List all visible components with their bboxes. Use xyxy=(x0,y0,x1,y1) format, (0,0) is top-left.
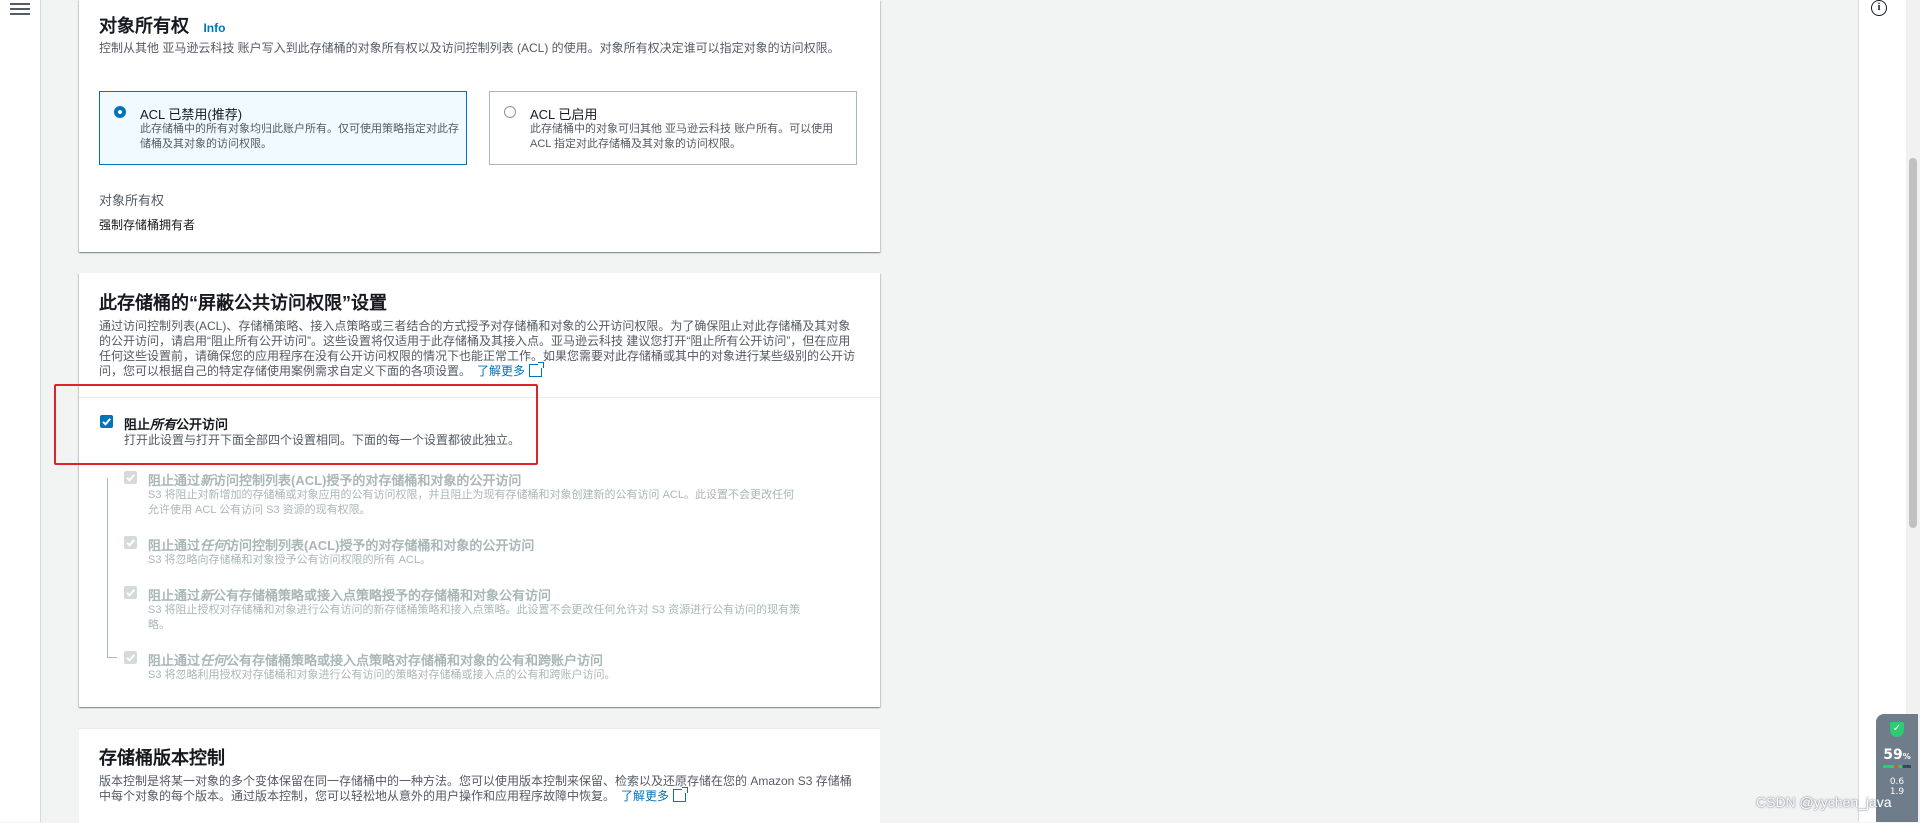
block-any-acl-title: 阻止通过任何访问控制列表(ACL)授予的对存储桶和对象的公开访问 xyxy=(148,535,534,554)
usage-bar xyxy=(1883,765,1911,768)
option-title-prefix: 阻止通过 xyxy=(148,538,201,553)
info-link[interactable]: Info xyxy=(203,21,225,35)
option-title-prefix: 阻止通过 xyxy=(148,653,201,668)
versioning-title: 存储桶版本控制 xyxy=(99,748,225,768)
acl-disabled-description: 此存储桶中的所有对象均归此账户所有。仅可使用策略指定对此存储桶及其对象的访问权限… xyxy=(140,123,459,150)
check-icon xyxy=(126,539,135,547)
block-any-policy-description: S3 将忽略利用授权对存储桶和对象进行公有访问的策略对存储桶或接入点的公有和跨账… xyxy=(148,668,616,683)
description-line: 问，您可以根据自己的特定存储使用案例需求自定义下面的各项设置。 了解更多 xyxy=(99,362,855,379)
external-link-icon xyxy=(673,787,689,802)
option-description-line: S3 将阻止对新增加的存储桶或对象应用的公有访问权限，并且阻止为现有存储桶和对象… xyxy=(148,489,794,501)
block-any-policy-checkbox[interactable] xyxy=(124,651,137,664)
block-new-policy-checkbox[interactable] xyxy=(124,586,137,599)
tree-connector-end xyxy=(107,657,117,658)
versioning-panel: 存储桶版本控制 版本控制是将某一对象的多个变体保留在同一存储桶中的一种方法。您可… xyxy=(79,728,880,823)
net-up: 0.6 xyxy=(1889,777,1905,787)
acl-enabled-radio[interactable] xyxy=(504,106,516,118)
learn-more-label: 了解更多 xyxy=(477,364,526,378)
ownership-value: 强制存储桶拥有者 xyxy=(99,218,196,232)
description-line-text: 问，您可以根据自己的特定存储使用案例需求自定义下面的各项设置。 xyxy=(99,364,472,378)
option-title-emph: 新 xyxy=(200,473,214,488)
description-line: 通过访问控制列表(ACL)、存储桶策略、接入点策略或三者结合的方式授予对存储桶和… xyxy=(99,319,851,333)
watermark: CSDN @yychen_java xyxy=(1756,794,1892,810)
object-ownership-title: 对象所有权 xyxy=(99,16,189,36)
block-new-acl-checkbox[interactable] xyxy=(124,471,137,484)
block-any-policy-title: 阻止通过任何公有存储桶策略或接入点策略对存储桶和对象的公有和跨账户访问 xyxy=(148,650,603,669)
option-description-line: S3 将忽略向存储桶和对象授予公有访问权限的所有 ACL。 xyxy=(148,554,431,566)
option-title-suffix: 公有存储桶策略或接入点策略对存储桶和对象的公有和跨账户访问 xyxy=(226,653,604,668)
cpu-percent: 59% xyxy=(1876,747,1918,763)
scrollbar-thumb[interactable] xyxy=(1909,158,1917,528)
acl-disabled-label: ACL 已禁用(推荐) xyxy=(140,107,243,122)
block-new-acl-title: 阻止通过新访问控制列表(ACL)授予的对存储桶和对象的公开访问 xyxy=(148,470,521,489)
external-link-icon xyxy=(529,362,545,377)
learn-more-link[interactable]: 了解更多 xyxy=(477,362,545,378)
block-public-access-title: 此存储桶的“屏蔽公共访问权限”设置 xyxy=(99,293,387,313)
option-description-line: 略。 xyxy=(148,619,170,631)
option-title-suffix: 公有存储桶策略或接入点策略授予的存储桶和对象公有访问 xyxy=(213,588,552,603)
option-title-suffix: 访问控制列表(ACL)授予的对存储桶和对象的公开访问 xyxy=(226,538,535,553)
help-panel-rail: i xyxy=(1858,0,1907,822)
acl-enabled-label: ACL 已启用 xyxy=(530,107,598,122)
check-icon xyxy=(126,654,135,662)
cpu-percent-value: 59 xyxy=(1883,747,1903,763)
option-title-prefix: 阻止通过 xyxy=(148,588,201,603)
option-title-suffix: 访问控制列表(ACL)授予的对存储桶和对象的公开访问 xyxy=(213,473,522,488)
block-new-acl-description: S3 将阻止对新增加的存储桶或对象应用的公有访问权限，并且阻止为现有存储桶和对象… xyxy=(148,488,794,518)
acl-disabled-option[interactable]: ACL 已禁用(推荐) 此存储桶中的所有对象均归此账户所有。仅可使用策略指定对此… xyxy=(99,91,467,165)
cpu-percent-unit: % xyxy=(1902,752,1911,761)
option-title-emph: 新 xyxy=(200,588,214,603)
menu-icon[interactable] xyxy=(10,0,30,16)
info-icon[interactable]: i xyxy=(1871,0,1887,16)
check-icon xyxy=(126,589,135,597)
block-new-policy-description: S3 将阻止授权对存储桶和对象进行公有访问的新存储桶策略和接入点策略。此设置不会… xyxy=(148,603,800,633)
versioning-learn-more-link[interactable]: 了解更多 xyxy=(621,787,689,803)
description-line-text: 中每个对象的每个版本。通过版本控制，您可以轻松地从意外的用户操作和应用程序故障中… xyxy=(99,789,616,803)
option-title-emph: 任何 xyxy=(200,653,227,668)
tree-connector xyxy=(107,478,108,658)
block-any-acl-checkbox[interactable] xyxy=(124,536,137,549)
page-scrollbar[interactable] xyxy=(1906,0,1920,822)
description-line: 的公开访问，请启用“阻止所有公开访问”。这些设置将仅适用于此存储桶及其接入点。亚… xyxy=(99,334,851,348)
option-title-emph: 任何 xyxy=(200,538,227,553)
left-navigation-rail xyxy=(0,0,41,822)
check-icon xyxy=(126,474,135,482)
block-any-acl-description: S3 将忽略向存储桶和对象授予公有访问权限的所有 ACL。 xyxy=(148,553,431,568)
red-highlight-box xyxy=(54,384,538,465)
option-description-line: 允许使用 ACL 公有访问 S3 资源的现有权限。 xyxy=(148,504,371,516)
acl-disabled-radio[interactable] xyxy=(114,106,126,118)
description-line: 版本控制是将某一对象的多个变体保留在同一存储桶中的一种方法。您可以使用版本控制来… xyxy=(99,774,852,788)
description-line: 中每个对象的每个版本。通过版本控制，您可以轻松地从意外的用户操作和应用程序故障中… xyxy=(99,787,852,804)
option-description-line: S3 将忽略利用授权对存储桶和对象进行公有访问的策略对存储桶或接入点的公有和跨账… xyxy=(148,669,616,681)
acl-enabled-option[interactable]: ACL 已启用 此存储桶中的对象可归其他 亚马逊云科技 账户所有。可以使用 AC… xyxy=(489,91,857,165)
ownership-label: 对象所有权 xyxy=(99,193,165,208)
description-line: 任何这些设置前，请确保您的应用程序在没有公开访问权限的情况下也能正常工作。如果您… xyxy=(99,349,856,363)
object-ownership-description: 控制从其他 亚马逊云科技 账户写入到此存储桶的对象所有权以及访问控制列表 (AC… xyxy=(99,41,840,55)
option-description-line: S3 将阻止授权对存储桶和对象进行公有访问的新存储桶策略和接入点策略。此设置不会… xyxy=(148,604,801,616)
block-new-policy-title: 阻止通过新公有存储桶策略或接入点策略授予的存储桶和对象公有访问 xyxy=(148,585,551,604)
learn-more-label: 了解更多 xyxy=(621,789,670,803)
option-title-prefix: 阻止通过 xyxy=(148,473,201,488)
object-ownership-panel: 对象所有权 Info 控制从其他 亚马逊云科技 账户写入到此存储桶的对象所有权以… xyxy=(79,0,880,252)
versioning-description: 版本控制是将某一对象的多个变体保留在同一存储桶中的一种方法。您可以使用版本控制来… xyxy=(99,774,852,804)
block-public-access-description: 通过访问控制列表(ACL)、存储桶策略、接入点策略或三者结合的方式授予对存储桶和… xyxy=(99,319,855,379)
acl-enabled-description: 此存储桶中的对象可归其他 亚马逊云科技 账户所有。可以使用 ACL 指定对此存储… xyxy=(530,123,834,150)
shield-icon: ✓ xyxy=(1890,722,1904,737)
object-ownership-heading: 对象所有权 Info xyxy=(99,14,225,38)
